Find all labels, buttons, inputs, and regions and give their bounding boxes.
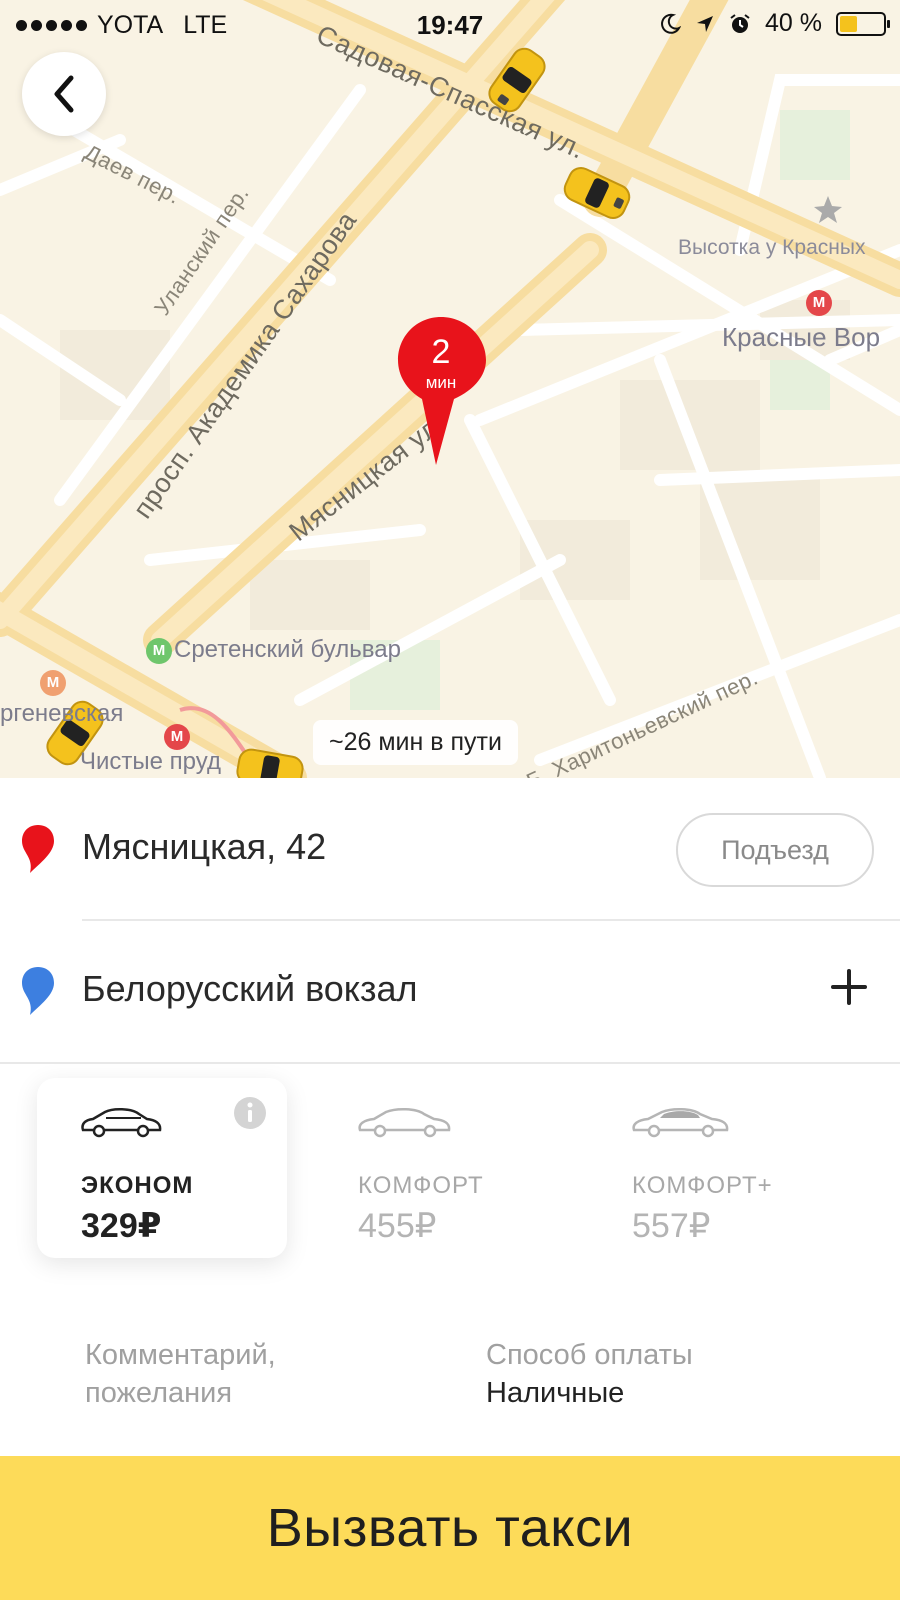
poi-chistye-prudy-label: Чистые пруд: [80, 748, 221, 775]
tariff-name: КОМФОРТ: [358, 1172, 484, 1199]
poi-turgenevskaya: ргеневская: [0, 700, 123, 728]
pickup-eta-pin[interactable]: 2 мин: [396, 315, 496, 465]
metro-icon: М: [164, 723, 190, 750]
map-view[interactable]: Садовая-Спасская ул. Даев пер. Уланский …: [0, 0, 900, 778]
payment-method-button[interactable]: Способ оплаты Наличные: [486, 1336, 693, 1412]
pickup-marker-icon: [22, 825, 54, 873]
poi-krasnye-vorota: М: [806, 288, 834, 316]
metro-icon-turgenevskaya: М: [40, 668, 68, 696]
pickup-address: Мясницкая, 42: [82, 826, 327, 867]
info-icon[interactable]: [233, 1096, 267, 1130]
poi-turgenevskaya-label: ргеневская: [0, 700, 124, 727]
plus-icon: [831, 969, 867, 1005]
order-panel: Мясницкая, 42 Подъезд Белорусский вокзал…: [0, 778, 900, 1600]
tariff-comfort[interactable]: КОМФОРТ 455₽: [314, 1078, 564, 1258]
poi-vysotka: Высотка у Красных: [678, 236, 866, 259]
location-arrow-icon: [697, 15, 714, 32]
add-stop-button[interactable]: [822, 960, 876, 1014]
trip-duration-label: ~26 мин в пути: [313, 720, 518, 765]
entrance-button[interactable]: Подъезд: [676, 813, 874, 887]
pin-eta-unit: мин: [425, 373, 457, 392]
metro-icon: М: [40, 669, 66, 696]
car-icon: [81, 1108, 162, 1138]
payment-method-value: Наличные: [486, 1377, 625, 1409]
call-taxi-button[interactable]: Вызвать такси: [0, 1456, 900, 1600]
tariff-price: 557₽: [632, 1207, 711, 1245]
poi-sretensky: М Сретенский бульвар: [146, 636, 401, 664]
tariff-econom[interactable]: ЭКОНОМ 329₽: [37, 1078, 287, 1258]
tariff-name: КОМФОРТ+: [632, 1172, 773, 1199]
divider: [0, 1062, 900, 1064]
destination-address: Белорусский вокзал: [82, 968, 418, 1009]
metro-icon-chistye-prudy: М: [164, 722, 192, 750]
tariff-price: 329₽: [81, 1207, 162, 1245]
comment-line-1: Комментарий,: [85, 1339, 276, 1371]
moon-icon: [661, 13, 682, 34]
destination-marker-icon: [22, 967, 54, 1015]
pickup-address-row[interactable]: Мясницкая, 42 Подъезд: [0, 778, 900, 920]
comment-line-2: пожелания: [85, 1377, 233, 1409]
poi-krasnye-vorota-label: Красные Вор: [722, 322, 881, 352]
tariff-name: ЭКОНОМ: [81, 1172, 194, 1199]
poi-chistye-prudy: Чистые пруд: [80, 748, 221, 776]
status-bar: YOTA LTE 19:47 40 %: [0, 0, 900, 52]
back-button[interactable]: [22, 52, 106, 136]
car-icon: [632, 1108, 729, 1138]
comment-wishes-button[interactable]: Комментарий, пожелания: [85, 1336, 425, 1412]
destination-address-row[interactable]: Белорусский вокзал: [0, 920, 900, 1062]
pin-eta-number: 2: [431, 333, 451, 371]
metro-icon: М: [146, 637, 172, 664]
tariff-comfort-plus[interactable]: КОМФОРТ+ 557₽: [588, 1078, 838, 1258]
alarm-icon: [730, 13, 750, 33]
chevron-left-icon: [54, 75, 74, 113]
battery-icon: [836, 11, 890, 36]
tariff-price: 455₽: [358, 1207, 437, 1245]
car-icon: [358, 1108, 451, 1138]
metro-icon: М: [806, 289, 832, 316]
battery-percent: 40 %: [765, 9, 822, 37]
poi-sretensky-label: Сретенский бульвар: [174, 636, 401, 663]
payment-method-label: Способ оплаты: [486, 1339, 693, 1371]
